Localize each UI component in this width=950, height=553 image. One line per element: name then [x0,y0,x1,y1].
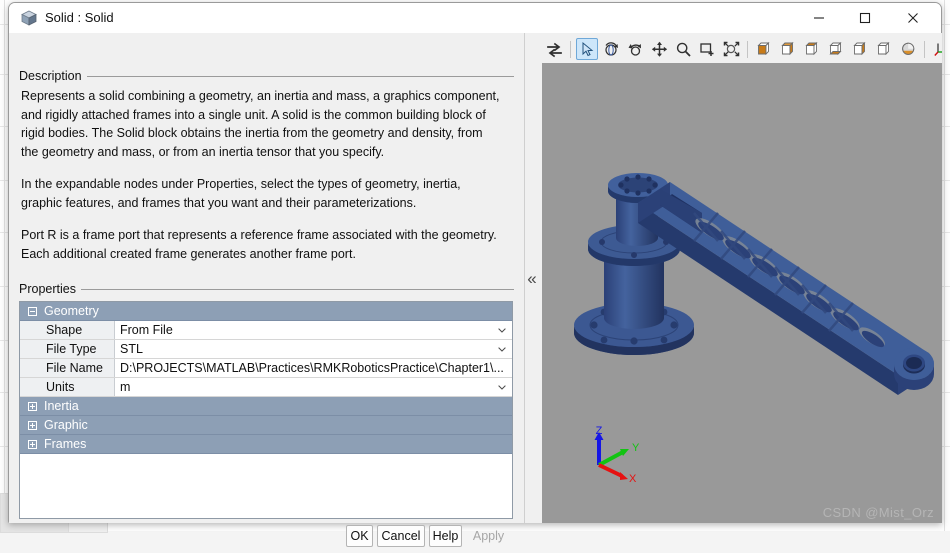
property-value-text[interactable]: D:\PROJECTS\MATLAB\Practices\RMKRobotics… [115,359,512,377]
solid-block-parameters-dialog: Solid : Solid Description Represents a s… [8,2,942,523]
property-label: File Name [20,359,115,377]
ok-button[interactable]: OK [346,525,373,547]
description-paragraph: Port R is a frame port that represents a… [21,226,503,263]
toolbar-separator [570,41,571,58]
dialog-button-bar: OK Cancel Help Apply [9,525,522,553]
property-value: STL [120,340,143,358]
viewer-pane: Z Y X CSDN @Mist_Orz [542,33,942,523]
plus-box-icon[interactable] [28,421,37,430]
apply-button: Apply [466,525,511,547]
property-row-units[interactable]: Units m [20,378,512,397]
window-title: Solid : Solid [45,9,114,26]
minimize-icon[interactable] [796,3,841,32]
pan-icon[interactable] [648,38,670,60]
properties-tree[interactable]: Geometry Shape From File File Type STL [19,301,513,519]
property-row-shape[interactable]: Shape From File [20,321,512,340]
view-isometric-icon[interactable] [897,38,919,60]
select-cursor-icon[interactable] [576,38,598,60]
description-paragraph: In the expandable nodes under Properties… [21,175,503,212]
chevron-down-icon[interactable] [498,347,505,351]
rotate-view-icon[interactable] [600,38,622,60]
view-right-icon[interactable] [873,38,895,60]
help-button[interactable]: Help [429,525,462,547]
minus-box-icon[interactable] [28,307,37,316]
coordinate-axes-icon[interactable] [930,38,942,60]
mechanics-explorer-viewport[interactable]: Z Y X CSDN @Mist_Orz [542,63,942,523]
description-text: Represents a solid combining a geometry,… [21,87,503,263]
property-value-dropdown[interactable]: From File [115,321,512,339]
axis-label-x: X [629,473,637,485]
axis-label-z: Z [596,425,603,437]
property-row-file-type[interactable]: File Type STL [20,340,512,359]
viewer-toolbar [542,35,942,64]
close-icon[interactable] [890,3,935,32]
backdrop-rule [4,0,5,531]
property-label: File Type [20,340,115,358]
view-bottom-icon[interactable] [825,38,847,60]
property-value-dropdown[interactable]: STL [115,340,512,358]
chevron-down-icon[interactable] [498,328,505,332]
orbit-icon[interactable] [624,38,646,60]
tree-node-graphic[interactable]: Graphic [20,416,512,435]
property-value: From File [120,321,173,339]
zoom-box-icon[interactable] [696,38,718,60]
tree-node-label: Frames [44,435,86,454]
maximize-icon[interactable] [842,3,887,32]
property-label: Shape [20,321,115,339]
property-value-dropdown[interactable]: m [115,378,512,396]
tree-node-label: Inertia [44,397,79,416]
description-group-label: Description [19,69,514,83]
property-value: D:\PROJECTS\MATLAB\Practices\RMKRobotics… [120,359,504,377]
tree-node-label: Geometry [44,302,99,321]
properties-group-title: Properties [19,282,76,296]
description-paragraph: Represents a solid combining a geometry,… [21,87,503,161]
toggle-view-icon[interactable] [543,38,565,60]
property-value: m [120,378,130,396]
solid-cube-icon [21,10,37,26]
property-row-file-name[interactable]: File Name D:\PROJECTS\MATLAB\Practices\R… [20,359,512,378]
view-top-icon[interactable] [801,38,823,60]
toolbar-separator [747,41,748,58]
toolbar-separator [924,41,925,58]
tree-node-frames[interactable]: Frames [20,435,512,454]
properties-group-label: Properties [19,282,514,296]
view-front-icon[interactable] [753,38,775,60]
tree-node-label: Graphic [44,416,88,435]
group-divider [81,289,514,290]
property-label: Units [20,378,115,396]
cancel-button[interactable]: Cancel [377,525,425,547]
description-group-title: Description [19,69,82,83]
group-divider [87,76,514,77]
parameters-pane: Description Represents a solid combining… [9,33,522,523]
collapse-pane-button[interactable]: « [525,270,538,287]
title-bar[interactable]: Solid : Solid [9,3,941,34]
plus-box-icon[interactable] [28,440,37,449]
plus-box-icon[interactable] [28,402,37,411]
pane-splitter[interactable]: « [522,33,542,523]
chevron-down-icon[interactable] [498,385,505,389]
view-back-icon[interactable] [777,38,799,60]
zoom-icon[interactable] [672,38,694,60]
backdrop-rule [944,0,945,531]
fit-to-view-icon[interactable] [720,38,742,60]
view-left-icon[interactable] [849,38,871,60]
coordinate-triad: Z Y X [577,425,647,485]
watermark: CSDN @Mist_Orz [823,505,934,520]
axis-label-y: Y [632,442,640,454]
tree-node-geometry[interactable]: Geometry [20,302,512,321]
tree-node-inertia[interactable]: Inertia [20,397,512,416]
